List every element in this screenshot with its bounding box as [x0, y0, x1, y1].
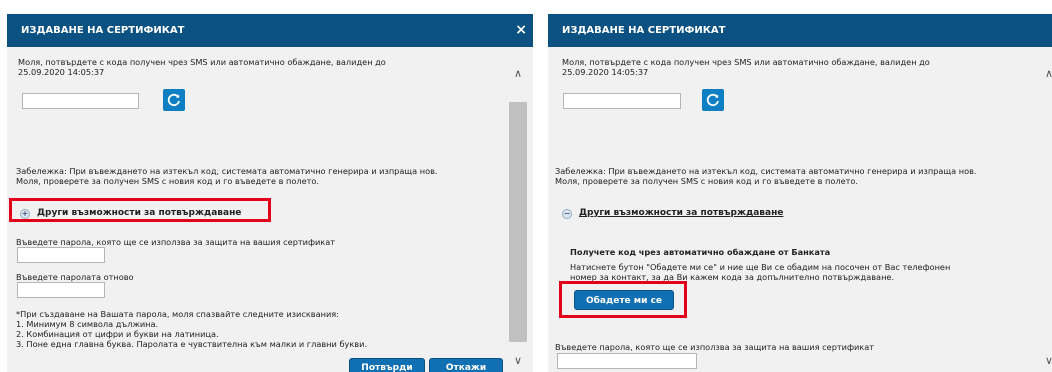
- certificate-dialog-expanded: ИЗДАВАНЕ НА СЕРТИФИКАТ Моля, потвърдете …: [548, 14, 1052, 372]
- password-input[interactable]: [17, 247, 105, 263]
- note-line1: Забележка: При въвеждането на изтекъл ко…: [16, 166, 438, 176]
- other-options-toggle[interactable]: Други възможности за потвърждаване: [579, 208, 783, 218]
- dialog-header: ИЗДАВАНЕ НА СЕРТИФИКАТ: [548, 14, 1052, 47]
- dialog-header: ИЗДАВАНЕ НА СЕРТИФИКАТ ×: [7, 14, 533, 47]
- sms-prompt-line2: 25.09.2020 14:05:37: [18, 67, 105, 77]
- note-line2: Моля, проверете за получен SMS с новия к…: [16, 176, 320, 186]
- note-line2: Моля, проверете за получен SMS с новия к…: [555, 176, 859, 186]
- close-icon[interactable]: ×: [515, 22, 527, 38]
- refresh-icon: [167, 93, 180, 107]
- note-line1: Забележка: При въвеждането на изтекъл ко…: [555, 166, 977, 176]
- sms-code-input[interactable]: [22, 93, 139, 109]
- scrollbar[interactable]: ∧ ∨: [507, 47, 529, 372]
- call-section-title: Получете код чрез автоматично обаждане о…: [570, 247, 831, 257]
- refresh-icon: [706, 93, 719, 107]
- scroll-up-icon[interactable]: ∧: [507, 67, 529, 81]
- dialog-body: Моля, потвърдете с кода получен чрез SMS…: [7, 47, 533, 372]
- refresh-code-button[interactable]: [163, 89, 185, 111]
- dialog-title: ИЗДАВАНЕ НА СЕРТИФИКАТ: [21, 25, 185, 36]
- sms-code-input[interactable]: [563, 93, 681, 109]
- sms-prompt-line2: 25.09.2020 14:05:37: [562, 67, 649, 77]
- password-repeat-label: Въведете паролата отново: [16, 272, 134, 282]
- highlight-box: [9, 198, 271, 222]
- sms-prompt-line1: Моля, потвърдете с кода получен чрез SMS…: [18, 57, 386, 67]
- sms-prompt-line1: Моля, потвърдете с кода получен чрез SMS…: [562, 57, 930, 67]
- dialog-body: Моля, потвърдете с кода получен чрез SMS…: [548, 47, 1052, 372]
- dialog-title: ИЗДАВАНЕ НА СЕРТИФИКАТ: [562, 25, 726, 36]
- requirement-item: 3. Поне една главна буква. Паролата е чу…: [16, 339, 368, 349]
- password-label: Въведете парола, която ще се използва за…: [16, 237, 336, 247]
- highlight-box: [559, 281, 687, 318]
- scroll-down-icon[interactable]: ∨: [507, 354, 529, 368]
- scrollbar[interactable]: ∧ ∨: [1038, 47, 1052, 372]
- cancel-button[interactable]: Откажи: [429, 358, 503, 372]
- collapse-icon[interactable]: −: [562, 209, 572, 219]
- requirement-item: 2. Комбинация от цифри и букви на латини…: [16, 329, 219, 339]
- requirement-item: 1. Минимум 8 символа дължина.: [16, 319, 159, 329]
- scroll-down-icon[interactable]: ∨: [1038, 354, 1052, 368]
- requirements-intro: *При създаване на Вашата парола, моля сп…: [16, 309, 339, 319]
- password-label: Въведете парола, която ще се използва за…: [555, 342, 875, 352]
- password-repeat-input[interactable]: [17, 282, 105, 298]
- confirm-button[interactable]: Потвърди: [349, 358, 425, 372]
- scroll-up-icon[interactable]: ∧: [1038, 67, 1052, 81]
- password-input[interactable]: [557, 353, 697, 369]
- refresh-code-button[interactable]: [702, 89, 724, 111]
- certificate-dialog-collapsed: ИЗДАВАНЕ НА СЕРТИФИКАТ × Моля, потвърдет…: [7, 14, 533, 372]
- scroll-thumb[interactable]: [509, 102, 527, 342]
- call-section-desc-line1: Натиснете бутон "Обадете ми се" и ние ще…: [570, 262, 951, 272]
